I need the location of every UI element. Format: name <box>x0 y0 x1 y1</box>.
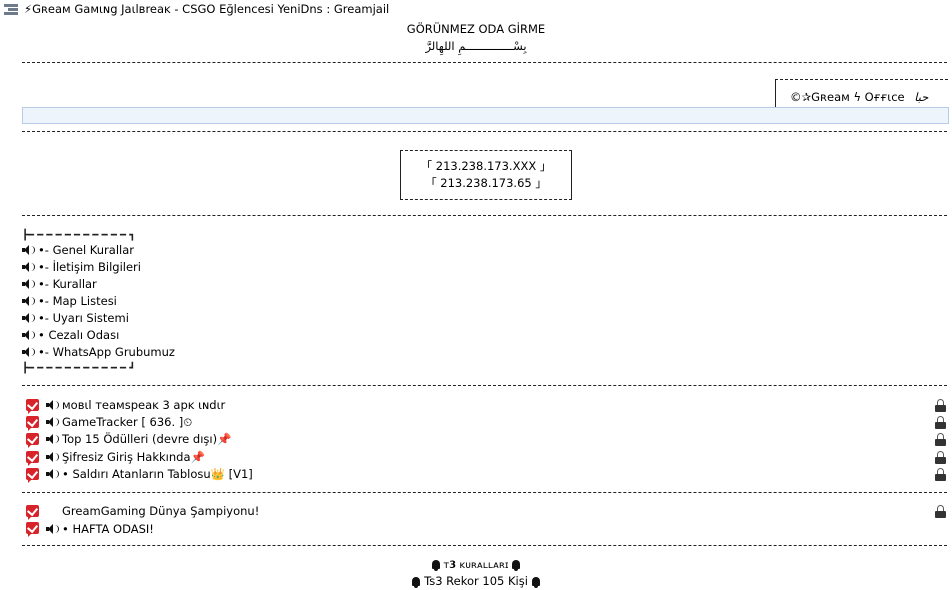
channel-sifresiz-giris[interactable]: Şifresiz Giriş Hakkında📌 <box>46 449 205 466</box>
footer-line-2[interactable]: Ts3 Rekor 105 Kişi <box>0 573 952 590</box>
channel-top15[interactable]: Top 15 Ödülleri (devre dışı)📌 <box>46 431 231 448</box>
lock-icon <box>935 451 946 464</box>
lock-icon <box>935 505 946 518</box>
office-label: ©✰Gʀeaм ϟ Oғғιce <box>790 90 905 104</box>
footer-line-1[interactable]: ᴛ𝟯 ᴋᴜʀᴀʟʟᴀʀɪ <box>0 556 952 573</box>
channel-dunya-sampiyonu[interactable]: GreamGaming Dünya Şampiyonu! <box>46 503 259 520</box>
separator <box>22 131 947 132</box>
separator <box>22 545 947 546</box>
menu-item-cezali-odasi[interactable]: • Cezalı Odası <box>22 327 322 344</box>
speaker-icon <box>22 330 35 340</box>
menu-item-iletisim[interactable]: •- İletişim Bilgileri <box>22 259 322 276</box>
speaker-icon <box>46 400 59 410</box>
lock-icon <box>935 433 946 446</box>
server-ip-2[interactable]: 「 213.238.173.65 」 <box>400 175 572 192</box>
header-line-2[interactable]: بِسْــــــــــــــمِ اللهِالرَّ <box>0 38 952 55</box>
separator <box>22 62 947 63</box>
channel-check-icon <box>26 505 39 520</box>
speaker-icon <box>22 347 35 357</box>
menu-item-kurallar[interactable]: •- Kurallar <box>22 276 322 293</box>
menu-item-uyari-sistemi[interactable]: •- Uyarı Sistemi <box>22 310 322 327</box>
bell-icon <box>431 560 440 571</box>
separator <box>22 385 947 386</box>
speaker-icon <box>22 296 35 306</box>
lock-icon <box>935 399 946 412</box>
speaker-icon <box>22 279 35 289</box>
menu-bottom-bracket: ┣━ ━ ━ ━ ━ ━ ━ ━ ━ ━ ━ ┛ <box>22 363 136 374</box>
channel-hafta-odasi[interactable]: • HAFTA ODASI! <box>46 521 154 538</box>
speaker-icon <box>22 313 35 323</box>
lock-icon <box>935 416 946 429</box>
menu-item-whatsapp[interactable]: •- WhatsApp Grubumuz <box>22 344 322 361</box>
channel-check-icon <box>26 433 39 448</box>
channel-check-icon <box>26 416 39 431</box>
menu-item-map-listesi[interactable]: •- Map Listesi <box>22 293 322 310</box>
header-line-1[interactable]: GÖRÜNMEZ ODA GİRME <box>0 21 952 38</box>
channel-saldiri-tablosu[interactable]: • Saldırı Atanların Tablosu👑 [V1] <box>46 466 253 483</box>
menu-item-genel-kurallar[interactable]: •- Genel Kurallar <box>22 242 322 259</box>
channel-check-icon <box>26 522 39 537</box>
speaker-icon <box>46 434 59 444</box>
bell-icon <box>512 560 521 571</box>
selected-row-highlight[interactable] <box>22 107 949 124</box>
channel-check-icon <box>26 399 39 414</box>
channel-gametracker[interactable]: GameTracker [ 636. ]⏲ <box>46 414 192 431</box>
office-signature: ﺣﺒﺎ <box>914 90 929 104</box>
speaker-icon <box>46 417 59 427</box>
server-tree-icon <box>4 4 18 16</box>
separator <box>22 492 947 493</box>
channel-mobil-ts3[interactable]: мoвιl тeaмѕpeaĸ 3 apĸ ιɴdιr <box>46 397 225 414</box>
lock-icon <box>935 468 946 481</box>
channel-check-icon <box>26 468 39 483</box>
channel-check-icon <box>26 451 39 466</box>
title-bar: ⚡Gʀeaм Gaмιɴg Jaιlвreaĸ - CSGO Eğlencesi… <box>0 0 952 20</box>
speaker-icon <box>46 469 59 479</box>
speaker-icon <box>46 452 59 462</box>
server-ip-1[interactable]: 「 213.238.173.XXX 」 <box>400 158 572 175</box>
speaker-icon <box>46 524 59 534</box>
window-title: ⚡Gʀeaм Gaмιɴg Jaιlвreaĸ - CSGO Eğlencesi… <box>24 2 390 16</box>
office-channel[interactable]: ©✰Gʀeaм ϟ Oғғιce ﺣﺒﺎ <box>790 89 928 106</box>
separator <box>22 215 947 216</box>
speaker-icon <box>22 245 35 255</box>
speaker-icon <box>22 262 35 272</box>
